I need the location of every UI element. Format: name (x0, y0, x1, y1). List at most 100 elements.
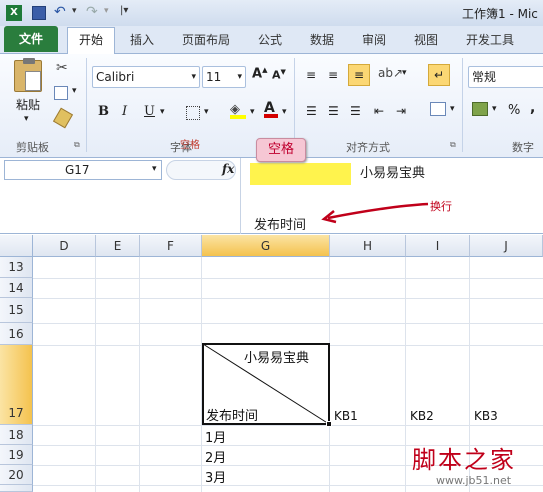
cell-g20[interactable]: 3月 (205, 467, 226, 486)
newline-arrow (321, 202, 429, 224)
bold-button[interactable]: B (98, 104, 109, 119)
paste-dropdown-icon[interactable]: ▾ (24, 114, 29, 124)
cell-g17-bottom-text: 发布时间 (206, 409, 259, 424)
cell-g19[interactable]: 2月 (205, 447, 226, 466)
tab-view[interactable]: 视图 (414, 31, 438, 48)
row-header-19[interactable]: 19 (0, 445, 33, 465)
percent-button[interactable]: % (508, 103, 520, 118)
font-size-select[interactable]: 11 ▾ (202, 66, 246, 88)
format-painter-icon[interactable] (52, 107, 74, 129)
align-top-icon[interactable]: ≡ (306, 68, 316, 82)
save-icon[interactable] (32, 6, 46, 20)
col-header-f[interactable]: F (140, 235, 202, 257)
watermark-logo: 脚本之家 (412, 446, 516, 474)
tab-formulas[interactable]: 公式 (258, 31, 282, 48)
number-format-value: 常规 (472, 70, 497, 84)
font-color-icon[interactable]: A (264, 100, 278, 118)
row-header-15[interactable]: 15 (0, 298, 33, 323)
number-format-select[interactable]: 常规 (468, 66, 543, 88)
font-name-select[interactable]: Calibri ▾ (92, 66, 200, 88)
watermark-url: www.jb51.net (436, 474, 512, 487)
cell-g18[interactable]: 1月 (205, 427, 226, 446)
ribbon-tabs: 文件 开始 插入 页面布局 公式 数据 审阅 视图 开发工具 (0, 26, 543, 54)
cell-i17[interactable]: KB2 (410, 409, 434, 423)
formula-line-2: 发布时间 (254, 218, 307, 233)
row-header-17[interactable]: 17 (0, 345, 33, 425)
borders-icon[interactable] (186, 106, 200, 120)
shrink-font-icon[interactable]: A▼ (272, 68, 286, 82)
accounting-format-icon[interactable] (472, 102, 488, 116)
tab-file[interactable]: 文件 (4, 26, 58, 52)
align-left-icon[interactable]: ☰ (306, 104, 317, 118)
fill-color-dropdown-icon[interactable]: ▾ (250, 107, 255, 117)
tab-home[interactable]: 开始 (67, 27, 115, 54)
cell-j17[interactable]: KB3 (474, 409, 498, 423)
col-header-h[interactable]: H (330, 235, 406, 257)
cut-icon[interactable]: ✂ (56, 60, 68, 76)
col-header-g[interactable]: G (202, 235, 330, 257)
newline-annotation: 换行 (430, 200, 452, 213)
orientation-icon[interactable]: ab↗ (378, 66, 403, 80)
tab-data[interactable]: 数据 (310, 31, 334, 48)
name-box[interactable]: G17 (4, 160, 162, 180)
font-name-dropdown-icon[interactable]: ▾ (191, 67, 196, 87)
align-center-icon[interactable]: ☰ (328, 104, 339, 118)
row-header-16[interactable]: 16 (0, 323, 33, 345)
formula-bar: G17 ▾ fx 小易易宝典 发布时间 空格 换行 (0, 138, 543, 234)
underline-button[interactable]: U (144, 104, 155, 119)
title-bar: X ↶ ▾ ↷ ▾ |▾ 工作簿1 - Mic (0, 0, 543, 26)
col-header-e[interactable]: E (96, 235, 140, 257)
redo-dropdown-icon[interactable]: ▾ (104, 6, 109, 16)
select-all-corner[interactable] (0, 235, 33, 257)
col-header-d[interactable]: D (33, 235, 96, 257)
tab-review[interactable]: 审阅 (362, 31, 386, 48)
row-header-13[interactable]: 13 (0, 257, 33, 278)
font-size-dropdown-icon[interactable]: ▾ (237, 67, 242, 87)
font-color-dropdown-icon[interactable]: ▾ (282, 107, 287, 117)
group-number-label: 数字 (512, 141, 534, 154)
copy-dropdown-icon[interactable]: ▾ (72, 86, 77, 96)
orientation-dropdown-icon[interactable]: ▾ (402, 68, 407, 78)
col-header-i[interactable]: I (406, 235, 470, 257)
font-size-value: 11 (206, 70, 222, 84)
paste-button[interactable]: 粘贴 (16, 96, 40, 113)
clipboard-launcher-icon[interactable]: ⧉ (74, 140, 80, 150)
merge-dropdown-icon[interactable]: ▾ (450, 104, 455, 114)
paste-icon[interactable] (14, 58, 42, 92)
tab-page-layout[interactable]: 页面布局 (182, 31, 230, 48)
grow-font-icon[interactable]: A▲ (252, 66, 267, 81)
row-header-14[interactable]: 14 (0, 278, 33, 298)
copy-icon[interactable] (54, 86, 68, 100)
qat-customize-icon[interactable]: |▾ (120, 5, 128, 16)
accounting-dropdown-icon[interactable]: ▾ (492, 104, 497, 114)
align-middle-icon[interactable]: ≡ (328, 68, 338, 82)
excel-logo-icon: X (6, 5, 22, 21)
row-header-20[interactable]: 20 (0, 465, 33, 485)
tab-insert[interactable]: 插入 (130, 31, 154, 48)
cell-g17-top-text: 小易易宝典 (244, 351, 310, 366)
fill-handle[interactable] (326, 421, 332, 427)
insert-function-icon[interactable]: fx (222, 162, 234, 176)
undo-dropdown-icon[interactable]: ▾ (72, 6, 77, 16)
cell-h17[interactable]: KB1 (334, 409, 358, 423)
underline-dropdown-icon[interactable]: ▾ (160, 107, 165, 117)
undo-icon[interactable]: ↶ (54, 4, 66, 20)
row-header-18[interactable]: 18 (0, 425, 33, 445)
col-header-j[interactable]: J (470, 235, 543, 257)
tab-developer[interactable]: 开发工具 (466, 31, 514, 48)
alignment-launcher-icon[interactable]: ⧉ (450, 140, 456, 150)
italic-button[interactable]: I (122, 104, 127, 119)
merge-center-icon[interactable] (430, 102, 446, 116)
redo-icon[interactable]: ↷ (86, 4, 98, 20)
increase-indent-icon[interactable]: ⇥ (396, 104, 406, 118)
fill-color-icon[interactable]: ◈ (230, 102, 246, 119)
borders-dropdown-icon[interactable]: ▾ (204, 107, 209, 117)
wrap-text-icon[interactable]: ↵ (428, 64, 450, 86)
name-box-dropdown-icon[interactable]: ▾ (152, 164, 157, 174)
comma-button[interactable]: , (530, 100, 535, 116)
decrease-indent-icon[interactable]: ⇤ (374, 104, 384, 118)
align-bottom-icon[interactable]: ≡ (348, 64, 370, 86)
group-alignment-label: 对齐方式 (346, 141, 390, 154)
window-title: 工作簿1 - Mic (462, 7, 538, 21)
align-right-icon[interactable]: ☰ (350, 104, 361, 118)
